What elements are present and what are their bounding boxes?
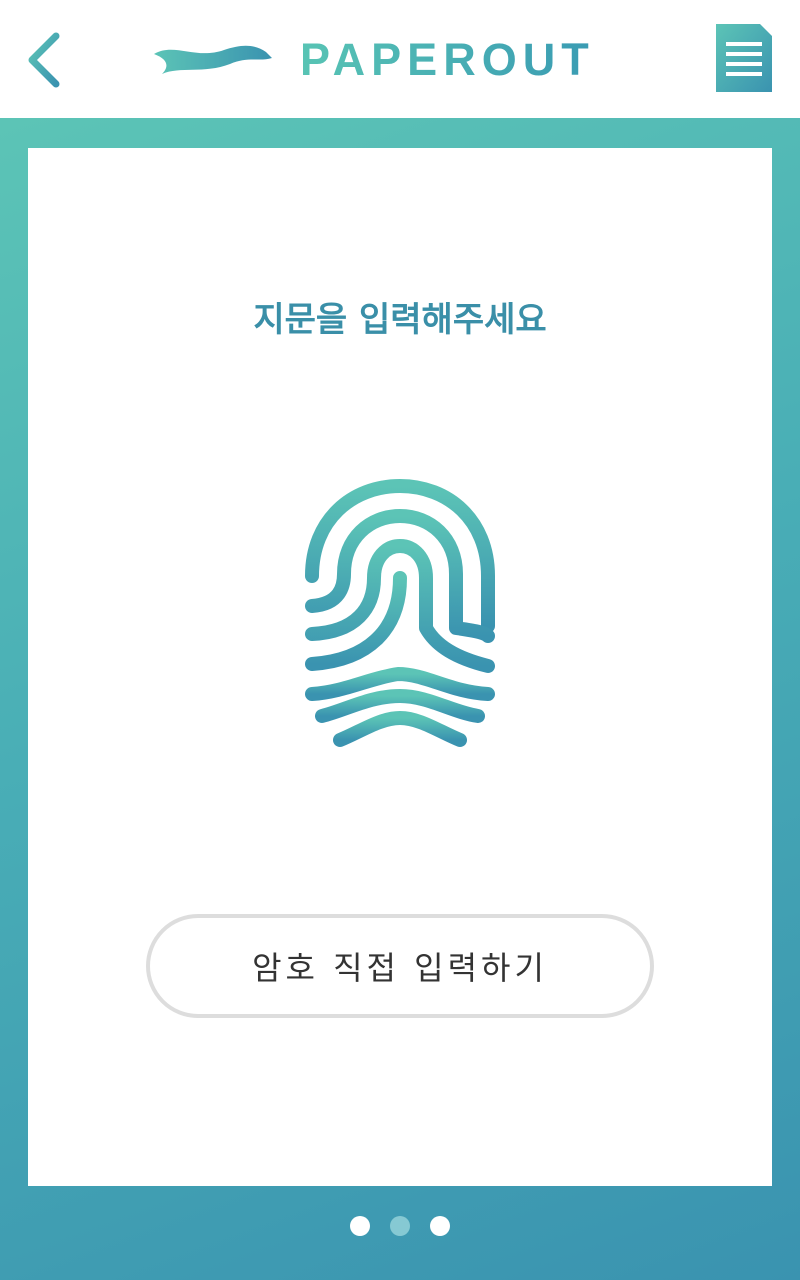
page-dot[interactable] bbox=[350, 1216, 370, 1236]
chevron-left-icon bbox=[28, 32, 60, 88]
document-list-icon bbox=[716, 24, 772, 92]
logo-text: PAPEROUT bbox=[300, 34, 595, 85]
menu-button[interactable] bbox=[714, 22, 774, 94]
fingerprint-scanner[interactable] bbox=[300, 478, 500, 774]
fingerprint-prompt: 지문을 입력해주세요 bbox=[253, 300, 547, 340]
app-logo: PAPEROUT bbox=[150, 30, 595, 90]
back-button[interactable] bbox=[20, 28, 70, 88]
manual-password-label: 암호 직접 입력하기 bbox=[252, 949, 548, 987]
page-dot-active[interactable] bbox=[390, 1216, 410, 1236]
fingerprint-icon bbox=[305, 479, 495, 771]
app-header: PAPEROUT bbox=[0, 0, 800, 118]
logo-wave-icon bbox=[154, 45, 272, 74]
fingerprint-screen: PAPEROUT 지문을 입력해주세요 암호 직접 입력하기 bbox=[0, 0, 800, 1280]
page-dot[interactable] bbox=[430, 1216, 450, 1236]
manual-password-button[interactable]: 암호 직접 입력하기 bbox=[146, 914, 654, 1018]
page-indicator bbox=[0, 1216, 800, 1236]
